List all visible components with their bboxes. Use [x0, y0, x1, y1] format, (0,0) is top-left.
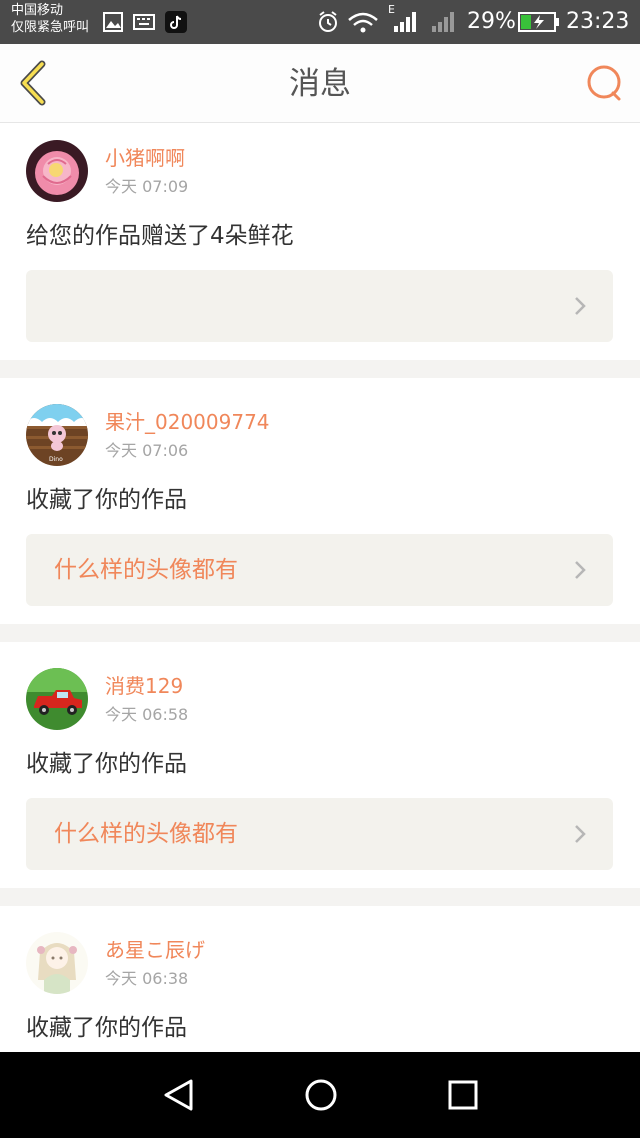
- message-card: あ星こ辰げ 今天 06:38 收藏了你的作品: [0, 906, 640, 1052]
- work-link[interactable]: 什么样的头像都有: [26, 534, 613, 606]
- recents-square-icon[interactable]: [445, 1077, 481, 1113]
- message-card: 小猪啊啊 今天 07:09 给您的作品赠送了4朵鲜花: [0, 123, 640, 360]
- timestamp: 今天 07:09: [105, 177, 189, 196]
- chevron-right-icon: [575, 825, 586, 843]
- page-title: 消息: [289, 66, 351, 102]
- chevron-right-icon: [575, 297, 586, 315]
- work-title: 什么样的头像都有: [54, 557, 238, 583]
- timestamp: 今天 07:06: [105, 441, 189, 460]
- timestamp: 今天 06:58: [105, 705, 189, 724]
- username[interactable]: 消费129: [105, 673, 183, 699]
- username[interactable]: 小猪啊啊: [105, 145, 185, 171]
- avatar-caption: Dino: [49, 456, 63, 463]
- work-title: 什么样的头像都有: [54, 821, 238, 847]
- navigation-bar: [0, 1052, 640, 1138]
- action-text: 收藏了你的作品: [26, 1015, 187, 1041]
- home-circle-icon[interactable]: [303, 1077, 339, 1113]
- rose-avatar: [26, 140, 88, 202]
- username[interactable]: 果汁_020009774: [105, 409, 270, 435]
- user-avatar[interactable]: [26, 932, 88, 994]
- anime-girl-avatar: [26, 932, 88, 994]
- username[interactable]: あ星こ辰げ: [105, 937, 205, 963]
- top-app-bar: 消息: [0, 44, 640, 123]
- search-button[interactable]: [586, 64, 624, 102]
- user-avatar[interactable]: [26, 668, 88, 730]
- battery-percent: 29%: [467, 9, 516, 34]
- action-text: 收藏了你的作品: [26, 487, 187, 513]
- carrier-status: 仅限紧急呼叫: [11, 20, 90, 35]
- clock: 23:23: [566, 9, 630, 34]
- status-bar: 中国移动 仅限紧急呼叫 E 29% 23:23: [0, 0, 640, 44]
- wifi-icon: [348, 12, 378, 33]
- message-card: 消费129 今天 06:58 收藏了你的作品 什么样的头像都有: [0, 642, 640, 888]
- tiktok-icon: [165, 11, 187, 33]
- work-link[interactable]: [26, 270, 613, 342]
- message-card: Dino 果汁_020009774 今天 07:06 收藏了你的作品 什么样的头…: [0, 378, 640, 624]
- back-triangle-icon[interactable]: [161, 1077, 197, 1113]
- carrier-name: 中国移动: [11, 3, 64, 18]
- work-link[interactable]: 什么样的头像都有: [26, 798, 613, 870]
- search-icon: [587, 65, 621, 101]
- user-avatar[interactable]: Dino: [26, 404, 88, 466]
- timestamp: 今天 06:38: [105, 969, 189, 988]
- signal-icon: [394, 12, 454, 32]
- keyboard-icon: [133, 14, 155, 30]
- carrier-info: 中国移动 仅限紧急呼叫: [11, 2, 89, 36]
- chevron-right-icon: [575, 561, 586, 579]
- alarm-icon: [319, 11, 337, 32]
- user-avatar[interactable]: [26, 140, 88, 202]
- red-car-avatar: [26, 668, 88, 730]
- action-text: 收藏了你的作品: [26, 751, 187, 777]
- cartoon-avatar: Dino: [26, 404, 88, 466]
- image-icon: [103, 12, 123, 32]
- action-text: 给您的作品赠送了4朵鲜花: [26, 223, 294, 249]
- battery-icon: [518, 12, 559, 32]
